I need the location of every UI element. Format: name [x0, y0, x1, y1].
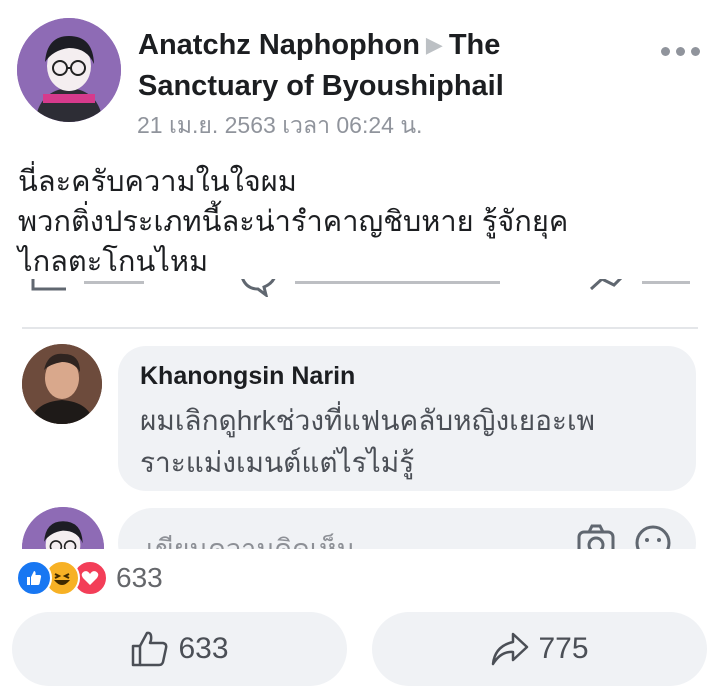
like-reaction-icon [16, 560, 52, 596]
like-outline-icon [31, 279, 66, 291]
share-button[interactable]: 775 [372, 612, 707, 686]
divider [22, 327, 698, 329]
group-name-link-part1[interactable]: The [449, 29, 501, 61]
reaction-count: 633 [116, 562, 163, 593]
post-text-line: พวกติ่งประเภทนี้ละน่ารำคาญชิบหาย รู้จักย… [18, 206, 569, 238]
share-outline-icon [589, 279, 623, 291]
camera-icon [577, 524, 615, 549]
screenshot-actions-row [0, 279, 720, 301]
comment-bubble: Khanongsin Narin ผมเลิกดูhrkช่วงที่แฟนคล… [118, 346, 696, 491]
emoji-icon [635, 525, 671, 549]
post-body: นี่ละครับความในใจผม พวกติ่งประเภทนี้ละน่… [18, 162, 708, 282]
embedded-screenshot-image[interactable]: Khanongsin Narin ผมเลิกดูhrkช่วงที่แฟนคล… [0, 279, 720, 549]
post-header: Anatchz Naphophon ▶ The Sanctuary of Byous… [0, 0, 720, 150]
author-avatar[interactable] [17, 18, 121, 122]
share-arrow-icon [492, 632, 529, 666]
blurred-label [295, 281, 500, 294]
like-button[interactable]: 633 [12, 612, 347, 686]
dot-icon [690, 46, 700, 56]
comment-text: ผมเลิกดูhrkช่วงที่แฟนคลับหญิงเยอะเพ ราะแ… [140, 400, 680, 484]
post-author-line: Anatchz Naphophon ▶ The Sanctuary of Byous… [138, 24, 618, 107]
comment-text-line: ราะแม่งเมนต์แต่ไรไม่รู้ [140, 447, 415, 478]
blurred-label [642, 281, 690, 294]
dot-icon [675, 46, 685, 56]
post-timestamp[interactable]: 21 เม.ย. 2563 เวลา 06:24 น. [137, 108, 422, 144]
comment-text-line: ผมเลิกดูhrkช่วงที่แฟนคลับหญิงเยอะเพ [140, 405, 595, 436]
reactions-summary[interactable]: 633 [16, 560, 163, 596]
commenter-name: Khanongsin Narin [140, 362, 356, 390]
group-name-link-part2[interactable]: Sanctuary of Byoushiphail [138, 66, 618, 107]
author-name-link[interactable]: Anatchz Naphophon [138, 29, 420, 61]
comment-input-placeholder: เขียนความคิดเห็น [146, 534, 356, 549]
more-options-button[interactable] [656, 36, 704, 66]
like-count: 633 [178, 632, 229, 665]
blurred-label [84, 281, 144, 294]
self-avatar [22, 507, 104, 549]
dot-icon [660, 46, 670, 56]
thumbs-up-icon [132, 631, 168, 667]
triangle-right-icon: ▶ [425, 32, 443, 57]
post-text-line: นี่ละครับความในใจผม [18, 166, 297, 198]
comment-input: เขียนความคิดเห็น [118, 508, 696, 549]
post-text-line: ไกลตะโกนไหม [18, 246, 209, 278]
share-count: 775 [538, 632, 589, 665]
comment-outline-icon [241, 279, 276, 297]
commenter-avatar [22, 344, 102, 424]
